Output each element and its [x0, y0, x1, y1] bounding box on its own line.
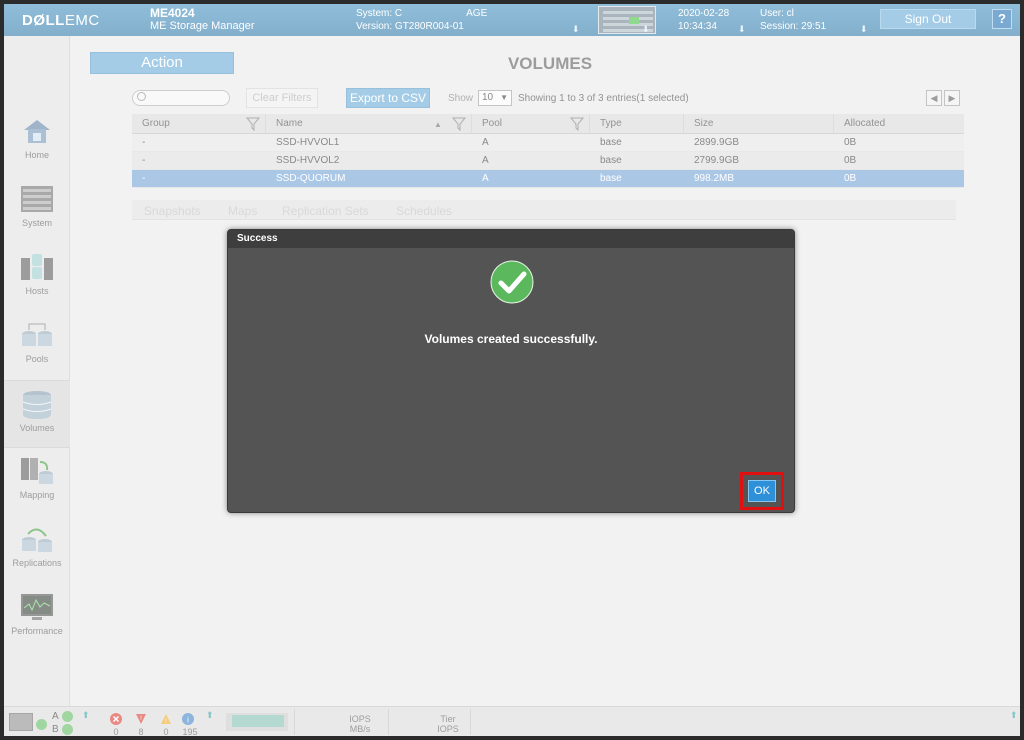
ok-button[interactable]: OK: [748, 480, 776, 502]
app-window: DØLLEMC ME4024 ME Storage Manager System…: [4, 4, 1020, 736]
success-dialog: Success Volumes created successfully. OK: [227, 229, 795, 513]
dialog-message: Volumes created successfully.: [424, 332, 598, 346]
dialog-title: Success: [228, 230, 794, 248]
ok-button-highlight: OK: [740, 472, 784, 510]
check-circle-icon: [490, 260, 534, 304]
